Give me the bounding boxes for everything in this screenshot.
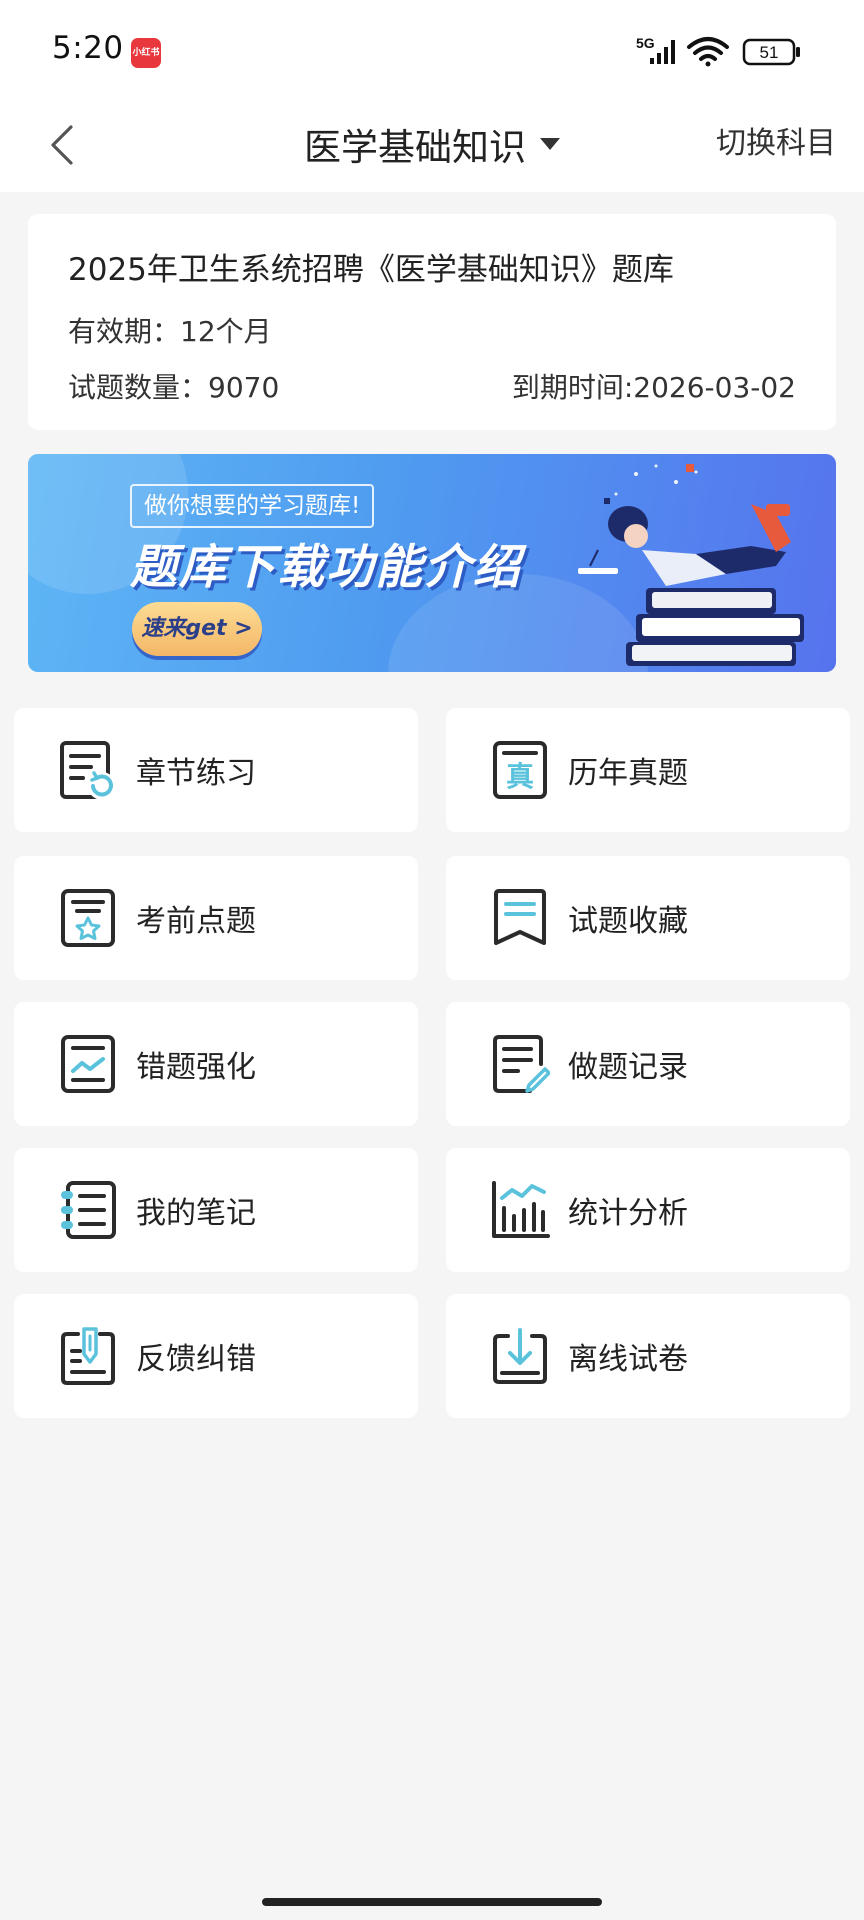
feedback-icon xyxy=(58,1326,118,1386)
battery-icon: 51 xyxy=(742,38,800,66)
menu-past-exams[interactable]: 真 历年真题 xyxy=(446,708,850,832)
menu-label: 章节练习 xyxy=(136,756,256,791)
page-title: 医学基础知识 xyxy=(304,126,526,169)
battery-level: 51 xyxy=(760,43,779,62)
promo-banner[interactable]: 做你想要的学习题库! 题库下载功能介绍 速来get > xyxy=(28,454,836,672)
question-bank-info-card: 2025年卫生系统招聘《医学基础知识》题库 有效期：12个月 试题数量：9070… xyxy=(28,214,836,430)
status-indicators: 5G 51 xyxy=(634,32,814,72)
menu-feedback[interactable]: 反馈纠错 xyxy=(14,1294,418,1418)
menu-label: 反馈纠错 xyxy=(136,1342,256,1377)
expiry-date: 到期时间:2026-03-02 xyxy=(511,371,796,404)
network-type-label: 5G xyxy=(636,35,655,51)
practice-record-icon xyxy=(490,1034,550,1094)
status-time: 5:20 xyxy=(52,30,124,66)
past-exams-icon: 真 xyxy=(490,740,550,800)
menu-practice-record[interactable]: 做题记录 xyxy=(446,1002,850,1126)
subject-selector[interactable]: 医学基础知识 xyxy=(304,117,560,171)
menu-statistics[interactable]: 统计分析 xyxy=(446,1148,850,1272)
menu-pre-exam-tips[interactable]: 考前点题 xyxy=(14,856,418,980)
menu-label: 考前点题 xyxy=(136,904,256,939)
bookmark-icon xyxy=(490,888,550,948)
home-indicator[interactable] xyxy=(262,1898,602,1906)
chevron-left-icon xyxy=(51,125,73,165)
offline-paper-icon xyxy=(490,1326,550,1386)
chapter-practice-icon xyxy=(58,740,118,800)
question-bank-title: 2025年卫生系统招聘《医学基础知识》题库 xyxy=(68,252,674,288)
menu-bookmarks[interactable]: 试题收藏 xyxy=(446,856,850,980)
menu-label: 统计分析 xyxy=(568,1196,688,1231)
status-bar: 5:20 小红书 5G 51 xyxy=(0,0,864,96)
svg-text:真: 真 xyxy=(506,760,534,793)
menu-label: 我的笔记 xyxy=(136,1196,256,1231)
menu-offline-paper[interactable]: 离线试卷 xyxy=(446,1294,850,1418)
banner-cta-button[interactable]: 速来get > xyxy=(132,602,262,656)
switch-subject-button[interactable]: 切换科目 xyxy=(716,118,836,170)
pre-exam-tips-icon xyxy=(58,888,118,948)
wifi-icon xyxy=(687,37,729,67)
back-button[interactable] xyxy=(28,110,98,180)
menu-label: 历年真题 xyxy=(568,756,688,791)
wrong-questions-icon xyxy=(58,1034,118,1094)
statistics-icon xyxy=(490,1180,550,1240)
student-reading-illustration xyxy=(578,464,804,666)
notes-icon xyxy=(58,1180,118,1240)
menu-wrong-questions[interactable]: 错题强化 xyxy=(14,1002,418,1126)
menu-label: 做题记录 xyxy=(568,1050,688,1085)
banner-subtitle: 做你想要的学习题库! xyxy=(130,484,375,528)
caret-down-icon xyxy=(540,138,560,150)
validity-period: 有效期：12个月 xyxy=(68,315,272,348)
menu-label: 错题强化 xyxy=(136,1050,256,1085)
question-count: 试题数量：9070 xyxy=(68,371,280,404)
menu-label: 试题收藏 xyxy=(568,904,688,939)
menu-chapter-practice[interactable]: 章节练习 xyxy=(14,708,418,832)
nav-bar: 医学基础知识 切换科目 xyxy=(0,96,864,192)
menu-my-notes[interactable]: 我的笔记 xyxy=(14,1148,418,1272)
xiaohongshu-app-icon: 小红书 xyxy=(131,38,161,68)
menu-label: 离线试卷 xyxy=(568,1342,688,1377)
banner-title: 题库下载功能介绍 xyxy=(130,540,522,595)
